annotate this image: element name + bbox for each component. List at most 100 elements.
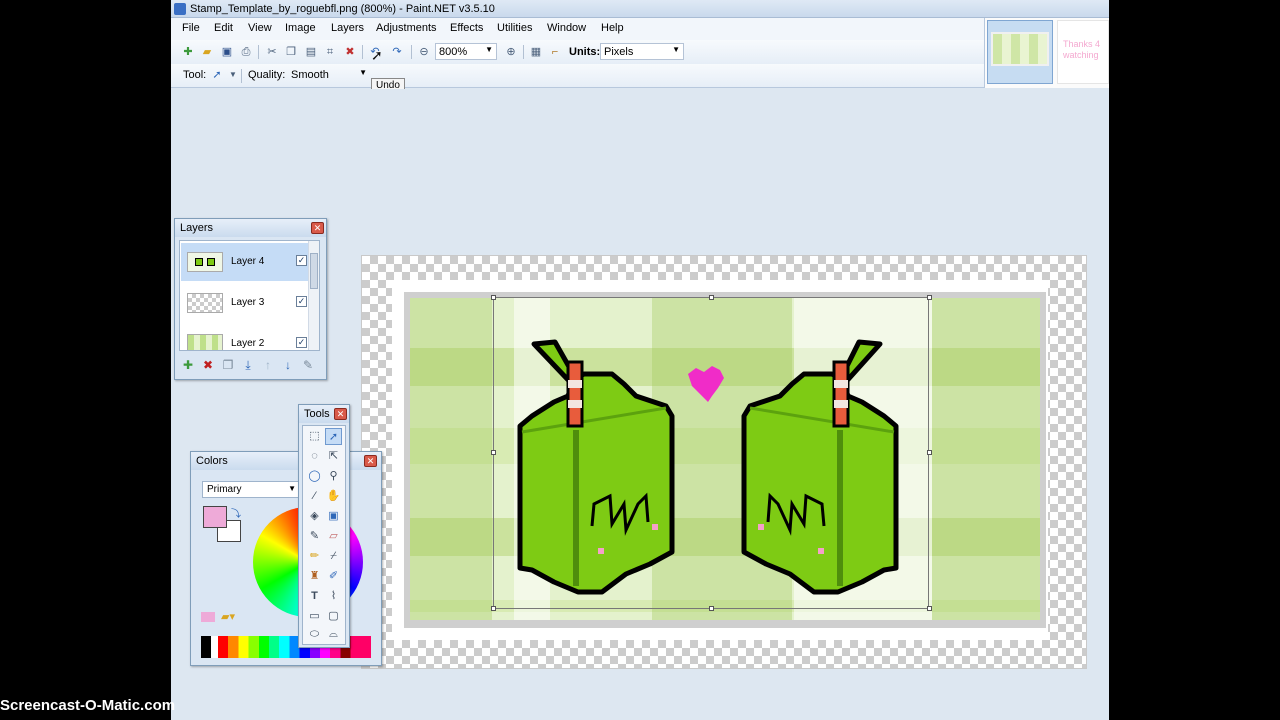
layer-row-4[interactable]: Layer 4 ✓ (181, 243, 309, 281)
magic-wand-icon[interactable]: ⁄ (306, 488, 323, 505)
rounded-rectangle-icon[interactable]: ▢ (325, 608, 342, 625)
swap-colors-icon[interactable]: ⤵ (231, 505, 241, 520)
window-title: Stamp_Template_by_roguebfl.png (800%) - … (190, 3, 495, 15)
chevron-down-icon: ▼ (288, 484, 296, 493)
selection-handle[interactable] (927, 295, 932, 300)
rulers-icon[interactable]: ⌐ (548, 45, 562, 59)
eraser-icon[interactable]: ▱ (325, 528, 342, 545)
image-thumbnail-stamp[interactable] (987, 20, 1053, 84)
layer-visibility-checkbox[interactable]: ✓ (296, 337, 307, 348)
layer-properties-icon[interactable]: ✎ (301, 358, 315, 372)
text-icon[interactable]: T (306, 588, 323, 605)
move-selection-icon[interactable]: ⇱ (325, 448, 342, 465)
line-curve-icon[interactable]: ⌇ (325, 588, 342, 605)
rectangle-select-icon[interactable]: ⬚ (306, 428, 323, 445)
tool-options-bar: Tool: ➚ ▼ Quality: Smooth ▼ (171, 64, 984, 88)
screencast-watermark: Screencast-O-Matic.com (0, 697, 176, 714)
redo-icon[interactable]: ↷ (390, 45, 404, 59)
palette-menu-icon[interactable]: ▰▾ (221, 610, 235, 623)
save-icon[interactable]: ▣ (220, 45, 234, 59)
colors-panel: Colors ✕ Primary ▼ ⤵ ▰▾ (190, 451, 382, 666)
layers-panel: Layers ✕ Layer 4 ✓ Layer 3 ✓ Layer 2 ✓ ✚… (174, 218, 327, 380)
menu-window[interactable]: Window (547, 22, 586, 34)
menu-effects[interactable]: Effects (450, 22, 483, 34)
selection-handle[interactable] (491, 295, 496, 300)
ellipse-icon[interactable]: ⬭ (306, 626, 323, 643)
zoom-out-icon[interactable]: ⊖ (417, 45, 431, 59)
menu-utilities[interactable]: Utilities (497, 22, 532, 34)
add-to-palette-icon[interactable] (201, 612, 215, 622)
selection-handle[interactable] (491, 450, 496, 455)
menu-layers[interactable]: Layers (331, 22, 364, 34)
new-icon[interactable]: ✚ (181, 45, 195, 59)
layer-name: Layer 3 (231, 297, 265, 308)
open-icon[interactable]: ▰ (200, 45, 214, 59)
add-layer-icon[interactable]: ✚ (181, 358, 195, 372)
merge-down-icon[interactable]: ⤓ (241, 358, 255, 372)
crop-icon[interactable]: ⌗ (323, 45, 337, 59)
recolor-icon[interactable]: ✐ (325, 568, 342, 585)
move-down-icon[interactable]: ↓ (281, 358, 295, 372)
pan-icon[interactable]: ✋ (325, 488, 342, 505)
paste-icon[interactable]: ▤ (304, 45, 318, 59)
cut-icon[interactable]: ✂ (265, 45, 279, 59)
layer-thumbnail (187, 334, 223, 350)
layer-visibility-checkbox[interactable]: ✓ (296, 296, 307, 307)
close-icon[interactable]: ✕ (311, 222, 324, 234)
menu-view[interactable]: View (248, 22, 272, 34)
selection-handle[interactable] (927, 450, 932, 455)
layer-row-3[interactable]: Layer 3 ✓ (181, 284, 309, 322)
zoom-icon[interactable]: ⚲ (325, 468, 342, 485)
selection-handle[interactable] (709, 606, 714, 611)
delete-layer-icon[interactable]: ✖ (201, 358, 215, 372)
menu-file[interactable]: File (182, 22, 200, 34)
clone-stamp-icon[interactable]: ♜ (306, 568, 323, 585)
copy-icon[interactable]: ❐ (284, 45, 298, 59)
layer-row-2[interactable]: Layer 2 ✓ (181, 325, 309, 350)
layer-thumbnail (187, 293, 223, 313)
units-combo[interactable]: Pixels ▼ (600, 43, 684, 60)
zoom-in-icon[interactable]: ⊕ (504, 45, 518, 59)
tools-panel: Tools ✕ ⬚ ➚ ◌ ⇱ ◯ ⚲ ⁄ ✋ ◈ ▣ ✎ ▱ ✏ ⌿ ♜ ✐ … (298, 404, 350, 648)
selection-handle[interactable] (709, 295, 714, 300)
color-mode-dropdown[interactable]: Primary ▼ (202, 481, 299, 498)
zoom-combo[interactable]: 800% ▼ (435, 43, 497, 60)
layers-panel-title: Layers (175, 219, 326, 237)
image-canvas[interactable] (361, 255, 1087, 669)
chevron-down-icon[interactable]: ▼ (226, 68, 240, 82)
image-thumbnail-thanks[interactable]: Thanks 4 watching (1057, 20, 1109, 84)
menu-edit[interactable]: Edit (214, 22, 233, 34)
quality-combo[interactable]: Smooth ▼ (287, 66, 371, 83)
menu-adjustments[interactable]: Adjustments (376, 22, 437, 34)
gradient-icon[interactable]: ▣ (325, 508, 342, 525)
selection-handle[interactable] (927, 606, 932, 611)
move-up-icon[interactable]: ↑ (261, 358, 275, 372)
selection-handle[interactable] (491, 606, 496, 611)
paintbrush-icon[interactable]: ✎ (306, 528, 323, 545)
rectangle-icon[interactable]: ▭ (306, 608, 323, 625)
selection-box[interactable] (493, 297, 929, 609)
pencil-icon[interactable]: ✏ (306, 548, 323, 565)
move-selected-tool-icon[interactable]: ➚ (210, 68, 224, 82)
ellipse-select-icon[interactable]: ◯ (306, 468, 323, 485)
grid-icon[interactable]: ▦ (529, 45, 543, 59)
chevron-down-icon: ▼ (485, 45, 493, 54)
close-icon[interactable]: ✕ (364, 455, 377, 467)
print-icon[interactable]: ⎙ (239, 45, 253, 59)
toolbar-separator (241, 69, 242, 83)
primary-color-swatch[interactable] (203, 506, 227, 528)
duplicate-layer-icon[interactable]: ❐ (221, 358, 235, 372)
deselect-icon[interactable]: ✖ (343, 45, 357, 59)
lasso-select-icon[interactable]: ◌ (306, 448, 323, 465)
move-selected-pixels-icon[interactable]: ➚ (325, 428, 342, 445)
layers-buttons: ✚ ✖ ❐ ⤓ ↑ ↓ ✎ (181, 358, 321, 374)
menu-image[interactable]: Image (285, 22, 316, 34)
paint-bucket-icon[interactable]: ◈ (306, 508, 323, 525)
layer-name: Layer 4 (231, 256, 265, 267)
menu-help[interactable]: Help (601, 22, 624, 34)
layer-visibility-checkbox[interactable]: ✓ (296, 255, 307, 266)
close-icon[interactable]: ✕ (334, 408, 347, 420)
layers-scrollbar[interactable] (308, 241, 319, 350)
color-picker-icon[interactable]: ⌿ (325, 548, 342, 565)
freeform-shape-icon[interactable]: ⌓ (325, 626, 342, 643)
